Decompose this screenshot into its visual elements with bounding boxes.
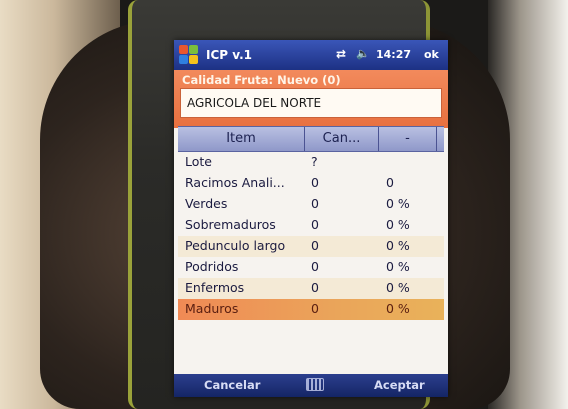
ok-button[interactable]: ok — [424, 48, 439, 61]
form-header: Calidad Fruta: Nuevo (0) AGRICOLA DEL NO… — [174, 70, 448, 128]
device-screen: ICP v.1 ⇄ 🔈 14:27 ok Calidad Fruta: Nuev… — [174, 40, 448, 397]
cell-item: Racimos Anali... — [185, 175, 285, 190]
keyboard-icon[interactable] — [306, 378, 324, 391]
cell-count: 0 — [311, 238, 319, 253]
cell-percent: 0 % — [386, 280, 410, 295]
company-field[interactable]: AGRICOLA DEL NORTE — [180, 88, 442, 118]
table-row[interactable]: Racimos Anali... 0 0 — [178, 173, 444, 194]
cell-item: Podridos — [185, 259, 239, 274]
table-row[interactable]: Pedunculo largo 0 0 % — [178, 236, 444, 257]
cell-percent: 0 % — [386, 301, 410, 316]
cell-count: 0 — [311, 301, 319, 316]
form-title: Calidad Fruta: Nuevo (0) — [182, 73, 341, 87]
cell-count: ? — [311, 154, 318, 169]
cell-item: Pedunculo largo — [185, 238, 286, 253]
cell-item: Enfermos — [185, 280, 245, 295]
cell-count: 0 — [311, 280, 319, 295]
cell-percent: 0 % — [386, 196, 410, 211]
table-row[interactable]: Lote ? — [178, 152, 444, 173]
column-header-percent[interactable]: - — [379, 127, 437, 151]
cell-percent: 0 % — [386, 217, 410, 232]
cell-item: Verdes — [185, 196, 228, 211]
app-title: ICP v.1 — [206, 48, 252, 62]
cell-percent: 0 % — [386, 238, 410, 253]
speaker-muted-icon[interactable]: 🔈 — [356, 47, 370, 60]
column-header-item[interactable]: Item — [178, 127, 305, 151]
grid-header: Item Can... - — [178, 126, 444, 152]
cell-count: 0 — [311, 259, 319, 274]
table-row[interactable]: Sobremaduros 0 0 % — [178, 215, 444, 236]
cell-percent: 0 — [386, 175, 394, 190]
cell-percent: 0 % — [386, 259, 410, 274]
clock[interactable]: 14:27 — [376, 48, 411, 61]
signal-icon[interactable]: ⇄ — [336, 47, 346, 61]
cell-item: Lote — [185, 154, 212, 169]
windows-start-icon[interactable] — [179, 45, 199, 65]
accept-button[interactable]: Aceptar — [374, 378, 425, 392]
table-row-selected[interactable]: Maduros 0 0 % — [178, 299, 444, 320]
cell-count: 0 — [311, 196, 319, 211]
softkey-bar: Cancelar Aceptar — [174, 374, 448, 397]
table-row[interactable]: Enfermos 0 0 % — [178, 278, 444, 299]
grid-rows: Lote ? Racimos Anali... 0 0 Verdes 0 0 %… — [178, 152, 444, 320]
cell-item: Maduros — [185, 301, 239, 316]
cell-item: Sobremaduros — [185, 217, 276, 232]
title-bar: ICP v.1 ⇄ 🔈 14:27 ok — [174, 40, 448, 70]
cell-count: 0 — [311, 175, 319, 190]
cell-count: 0 — [311, 217, 319, 232]
table-row[interactable]: Verdes 0 0 % — [178, 194, 444, 215]
cancel-button[interactable]: Cancelar — [204, 378, 260, 392]
column-header-count[interactable]: Can... — [305, 127, 379, 151]
company-name: AGRICOLA DEL NORTE — [187, 96, 322, 110]
table-row[interactable]: Podridos 0 0 % — [178, 257, 444, 278]
